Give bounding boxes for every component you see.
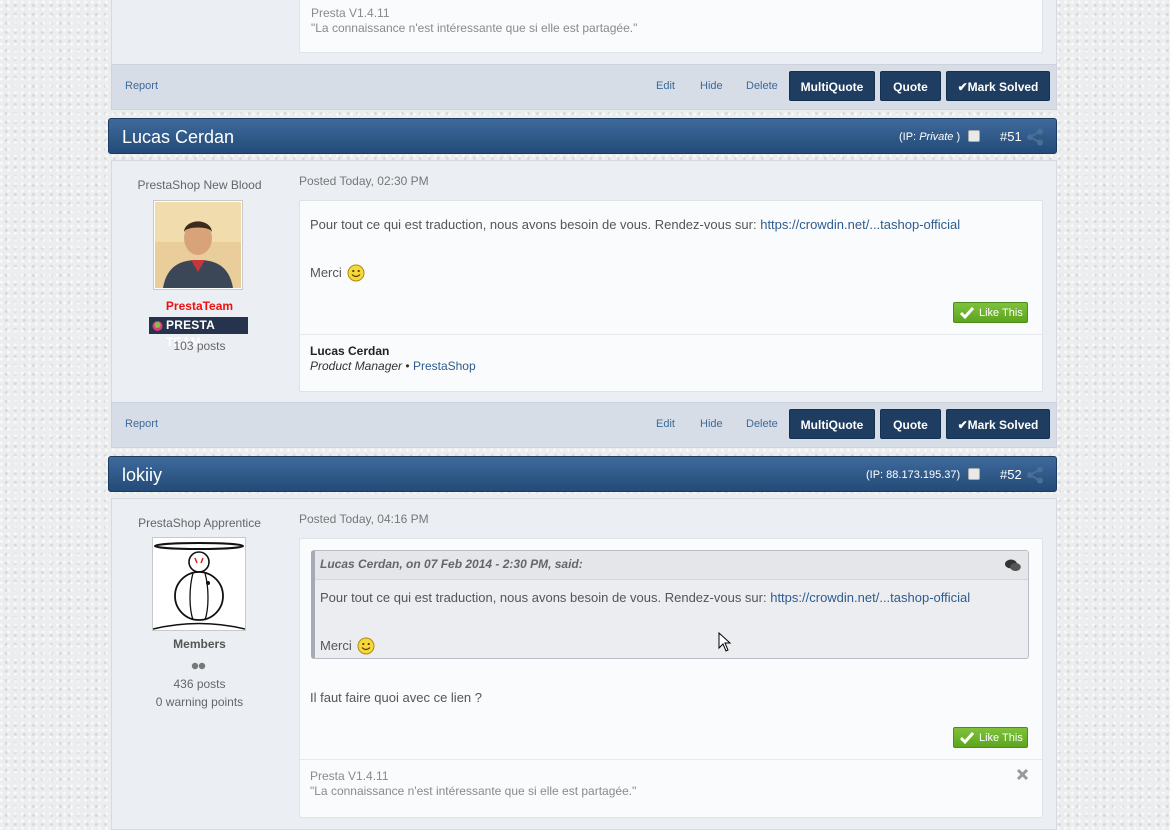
like-check-icon	[959, 732, 975, 745]
edit-link[interactable]: Edit	[656, 418, 675, 430]
mark-solved-label: Mark Solved	[967, 418, 1039, 432]
avatar-photo	[155, 202, 241, 288]
mouse-cursor-icon	[718, 632, 732, 652]
reputation-pips	[191, 659, 207, 673]
merci-text: Merci	[310, 265, 342, 280]
post-count: 103 posts	[173, 339, 226, 353]
like-label: Like This	[979, 307, 1023, 319]
multiquote-button[interactable]: MultiQuote	[789, 71, 875, 101]
signature-divider	[300, 759, 1042, 760]
presta-team-badge: PRESTA TEAM	[149, 317, 248, 349]
post-content-51: Pour tout ce qui est traduction, nous av…	[299, 200, 1043, 392]
signature-title: Product Manager	[310, 359, 403, 373]
post-number[interactable]: #51	[1000, 129, 1022, 144]
signature-quote: "La connaissance n'est intéressante que …	[311, 21, 638, 35]
merci-line: Merci	[310, 264, 365, 282]
quote-merci-line: Merci	[320, 637, 375, 655]
quote-citation-bar: Lucas Cerdan, on 07 Feb 2014 - 2:30 PM, …	[315, 551, 1028, 580]
post-ip: (IP: Private )	[899, 131, 960, 143]
hide-link[interactable]: Hide	[700, 418, 723, 430]
mark-solved-button[interactable]: ✔Mark Solved	[946, 409, 1050, 439]
multiquote-button[interactable]: MultiQuote	[789, 409, 875, 439]
quote-crowdin-link[interactable]: https://crowdin.net/...tashop-official	[770, 590, 970, 605]
quoted-post: Lucas Cerdan, on 07 Feb 2014 - 2:30 PM, …	[311, 550, 1029, 659]
quote-citation[interactable]: Lucas Cerdan, on 07 Feb 2014 - 2:30 PM, …	[320, 557, 583, 571]
quote-merci-text: Merci	[320, 638, 352, 653]
post-header-52: lokiiy (IP: 88.173.195.37) #52	[108, 456, 1057, 492]
delete-link[interactable]: Delete	[746, 80, 778, 92]
mark-solved-label: Mark Solved	[967, 80, 1039, 94]
like-this-button[interactable]: Like This	[953, 727, 1028, 748]
post-date: Posted Today, 04:16 PM	[299, 512, 429, 526]
checkmark-icon: ✔	[957, 80, 968, 94]
quote-text: Pour tout ce qui est traduction, nous av…	[320, 590, 970, 605]
like-check-icon	[959, 307, 975, 320]
member-rank: PrestaShop New Blood	[137, 178, 262, 192]
like-this-button[interactable]: Like This	[953, 302, 1028, 323]
avatar-drawing	[152, 542, 246, 630]
crowdin-link[interactable]: https://crowdin.net/...tashop-official	[760, 217, 960, 232]
smiley-icon	[347, 264, 365, 282]
mark-solved-button[interactable]: ✔Mark Solved	[946, 71, 1050, 101]
post-actions-bar: Report Edit Hide Delete MultiQuote Quote…	[111, 64, 1057, 110]
post-number[interactable]: #52	[1000, 467, 1022, 482]
reply-text: Il faut faire quoi avec ce lien ?	[310, 690, 482, 705]
close-icon[interactable]	[1016, 768, 1029, 781]
ip-value: Private	[919, 131, 954, 143]
edit-link[interactable]: Edit	[656, 80, 675, 92]
signature-quote: "La connaissance n'est intéressante que …	[310, 784, 637, 798]
post-header-51: Lucas Cerdan (IP: Private ) #51	[108, 118, 1057, 154]
smiley-icon	[357, 637, 375, 655]
post-author-name[interactable]: Lucas Cerdan	[122, 127, 234, 148]
post-count: 436 posts	[173, 677, 226, 691]
reputation-pips-icon	[191, 662, 206, 670]
post-content-52: Lucas Cerdan, on 07 Feb 2014 - 2:30 PM, …	[299, 538, 1043, 818]
avatar[interactable]	[153, 200, 243, 290]
moderation-checkbox[interactable]	[968, 130, 980, 142]
share-icon[interactable]	[1026, 128, 1044, 146]
post-author-name[interactable]: lokiiy	[122, 465, 162, 486]
delete-link[interactable]: Delete	[746, 418, 778, 430]
post-actions-bar: Report Edit Hide Delete MultiQuote Quote…	[111, 402, 1057, 448]
signature-version: Presta V1.4.11	[311, 6, 390, 20]
speech-bubbles-icon	[1005, 559, 1021, 571]
prestashop-logo-icon	[152, 321, 163, 331]
moderation-checkbox[interactable]	[968, 468, 980, 480]
member-group: Members	[173, 637, 226, 651]
signature-company-link[interactable]: PrestaShop	[413, 359, 476, 373]
post-date: Posted Today, 02:30 PM	[299, 174, 429, 188]
hide-link[interactable]: Hide	[700, 80, 723, 92]
post-text-content: Pour tout ce qui est traduction, nous av…	[310, 217, 761, 232]
quote-button[interactable]: Quote	[880, 71, 941, 101]
signature-separator: •	[402, 359, 413, 373]
like-label: Like This	[979, 732, 1023, 744]
report-link[interactable]: Report	[125, 80, 158, 92]
share-icon[interactable]	[1026, 466, 1044, 484]
quote-text-content: Pour tout ce qui est traduction, nous av…	[320, 590, 771, 605]
signature-version: Presta V1.4.11	[310, 769, 389, 783]
report-link[interactable]: Report	[125, 418, 158, 430]
ip-label: (IP:	[899, 131, 917, 143]
post-ip[interactable]: (IP: 88.173.195.37)	[866, 469, 960, 481]
signature-role: Product Manager • PrestaShop	[310, 359, 476, 373]
previous-post-signature-box: Presta V1.4.11 "La connaissance n'est in…	[299, 0, 1043, 53]
member-rank: PrestaShop Apprentice	[138, 516, 261, 530]
post-text: Pour tout ce qui est traduction, nous av…	[310, 217, 960, 232]
quote-button[interactable]: Quote	[880, 409, 941, 439]
signature-divider	[300, 334, 1042, 335]
warning-points: 0 warning points	[155, 695, 244, 709]
checkmark-icon: ✔	[957, 418, 968, 432]
ip-close: )	[956, 131, 961, 143]
avatar[interactable]	[152, 537, 246, 631]
member-group: PrestaTeam	[165, 299, 234, 313]
signature-name: Lucas Cerdan	[310, 344, 390, 358]
